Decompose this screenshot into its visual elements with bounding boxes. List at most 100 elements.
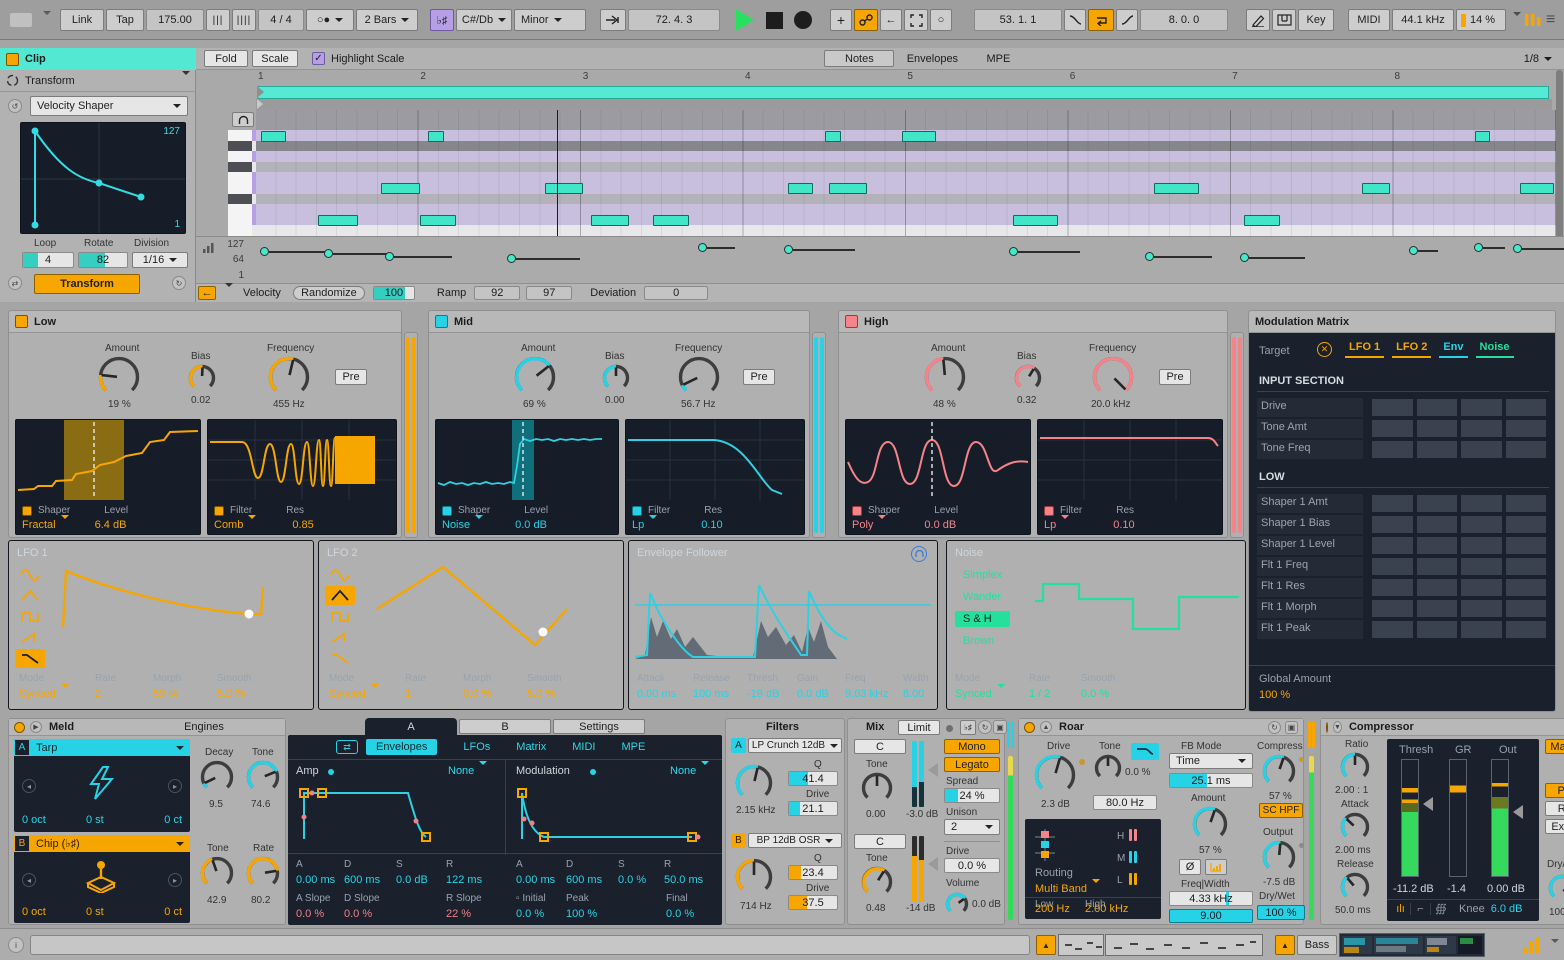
matrix-cell[interactable] [1505,599,1548,618]
volume-value[interactable]: 0.0 dB [972,899,1001,910]
noise-mode-option[interactable]: Wander [955,589,1010,605]
knee-value[interactable]: 6.0 dB [1491,903,1523,915]
matrix-cell[interactable] [1416,494,1459,513]
midi-note[interactable] [420,215,456,226]
grid-division-menu[interactable]: 1/8 [1524,53,1552,65]
meld-on-button[interactable] [14,722,25,733]
subtab-envelopes[interactable]: Envelopes [366,739,437,755]
fold-button[interactable]: Fold [204,50,248,67]
mix-b-tone-knob[interactable] [860,865,894,902]
beat-ruler[interactable]: 12345678 [256,70,1556,86]
browser-toggle[interactable]: ≡ [1546,11,1555,29]
midi-note[interactable] [1520,183,1554,194]
transfer-curve-button[interactable]: ⌐ [1411,903,1431,915]
midi-note[interactable] [902,131,936,142]
engine-a-decay-knob[interactable] [199,759,235,798]
stop-button[interactable] [766,12,783,29]
low-res-value[interactable]: 0.85 [292,519,313,531]
meld-tab-settings[interactable]: Settings [553,719,645,734]
subtab-midi[interactable]: MIDI [572,741,595,753]
matrix-cell[interactable] [1460,398,1503,417]
midi-note[interactable] [1475,131,1490,142]
lfo-wave-icon[interactable] [15,649,45,668]
high-shaper-display[interactable]: Shaper Level Poly 0.0 dB [845,419,1031,535]
midi-note[interactable] [653,215,689,226]
lfo-wave-icon[interactable] [15,586,45,605]
scale-name-menu[interactable]: Minor [514,9,586,31]
envf-listen-button[interactable] [911,546,927,562]
midi-map-button[interactable]: MIDI [1348,9,1390,31]
expand-button[interactable]: Expand [1545,819,1564,834]
loop-length-field[interactable]: 8. 0. 0 [1140,9,1228,31]
lfo-wave-icon[interactable] [325,586,355,605]
matrix-cell[interactable] [1416,599,1459,618]
roar-fold-button[interactable]: ▲ [1040,721,1052,733]
clip-overview-b[interactable] [1105,934,1263,956]
piano-key[interactable] [228,204,252,215]
engine-a-cent[interactable]: 0 ct [164,814,182,826]
velocity-marker[interactable] [260,247,269,256]
subtab-mpe[interactable]: MPE [621,741,645,753]
mod-envelope-display[interactable] [514,781,714,843]
high-amount-knob[interactable] [923,355,967,402]
collapsed-view-button[interactable]: ılı [1391,903,1411,915]
scale-mode-icon[interactable]: ♭♯ [430,9,454,31]
engine-a-next-button[interactable]: ▸ [168,779,182,793]
transform-refresh-button[interactable]: ↻ [172,276,186,290]
roar-tone-filter-button[interactable] [1131,743,1159,760]
scale-fold-button[interactable]: Scale [252,50,298,67]
velocity-marker[interactable] [1513,244,1522,253]
matrix-source-columns[interactable]: LFO 1LFO 2EnvNoise [1345,341,1522,358]
legato-button[interactable]: Legato [944,757,1000,772]
out-handle[interactable] [1513,805,1523,819]
velocity-marker[interactable] [1409,246,1418,255]
low-freq-knob[interactable] [267,355,311,402]
mid-amount-value[interactable]: 69 % [523,399,546,410]
matrix-cell[interactable] [1371,515,1414,534]
mid-freq-knob[interactable] [677,355,721,402]
engine-b-rate-value[interactable]: 80.2 [251,895,270,906]
unison-menu[interactable]: 2 [944,819,1000,835]
lfo1-params[interactable]: ModeSyncedRate2Morph59 %Smooth5.0 % [19,673,283,700]
out-meter[interactable] [1491,759,1509,877]
mix-b-pan-field[interactable]: C [854,834,906,849]
velocity-marker[interactable] [1474,243,1483,252]
compress-knob[interactable] [1261,753,1297,792]
tempo-field[interactable]: 175.00 [146,9,204,31]
engine-a-decay-value[interactable]: 9.5 [209,799,223,810]
preview-headphone-button[interactable] [232,112,254,127]
matrix-source-lfo1[interactable]: LFO 1 [1345,341,1384,358]
matrix-cell[interactable] [1505,578,1548,597]
mix-a-tone-value[interactable]: 0.00 [866,809,885,820]
velocity-marker[interactable] [1145,252,1154,261]
note-grid[interactable] [256,110,1556,236]
velocity-markers[interactable] [256,237,1556,284]
matrix-cell[interactable] [1460,440,1503,459]
low-amount-knob[interactable] [97,355,141,402]
piano-key[interactable] [228,225,252,236]
peak-button[interactable]: Peak [1545,783,1564,798]
deviation-field[interactable]: 0 [644,286,708,300]
matrix-cell[interactable] [1416,398,1459,417]
matrix-cell[interactable] [1505,494,1548,513]
loop-button[interactable] [1088,9,1114,31]
record-button[interactable] [794,11,812,29]
velocity-marker[interactable] [507,254,516,263]
envf-display[interactable] [635,565,931,661]
scrub-strip[interactable] [256,99,1552,110]
low-shaper-type-menu[interactable]: Fractal [22,519,69,531]
punch-out-button[interactable] [1116,9,1138,31]
matrix-cell[interactable] [1505,515,1548,534]
midi-note[interactable] [381,183,420,194]
link-button[interactable]: Link [60,9,104,31]
midi-overdub-button[interactable] [854,9,878,31]
matrix-cell[interactable] [1416,578,1459,597]
makeup-button[interactable]: Makeup [1545,739,1564,754]
piano-keys[interactable] [228,130,256,236]
engine-b-semitone[interactable]: 0 st [86,906,104,918]
engine-b-cent[interactable]: 0 ct [164,906,182,918]
amp-adsr-params[interactable]: A0.00 msD600 msS0.0 dBR122 ms [296,859,496,886]
randomize-amount-field[interactable]: 100 [373,286,415,300]
roar-drive-value[interactable]: 2.3 dB [1041,799,1070,810]
matrix-source-noise[interactable]: Noise [1476,341,1514,358]
